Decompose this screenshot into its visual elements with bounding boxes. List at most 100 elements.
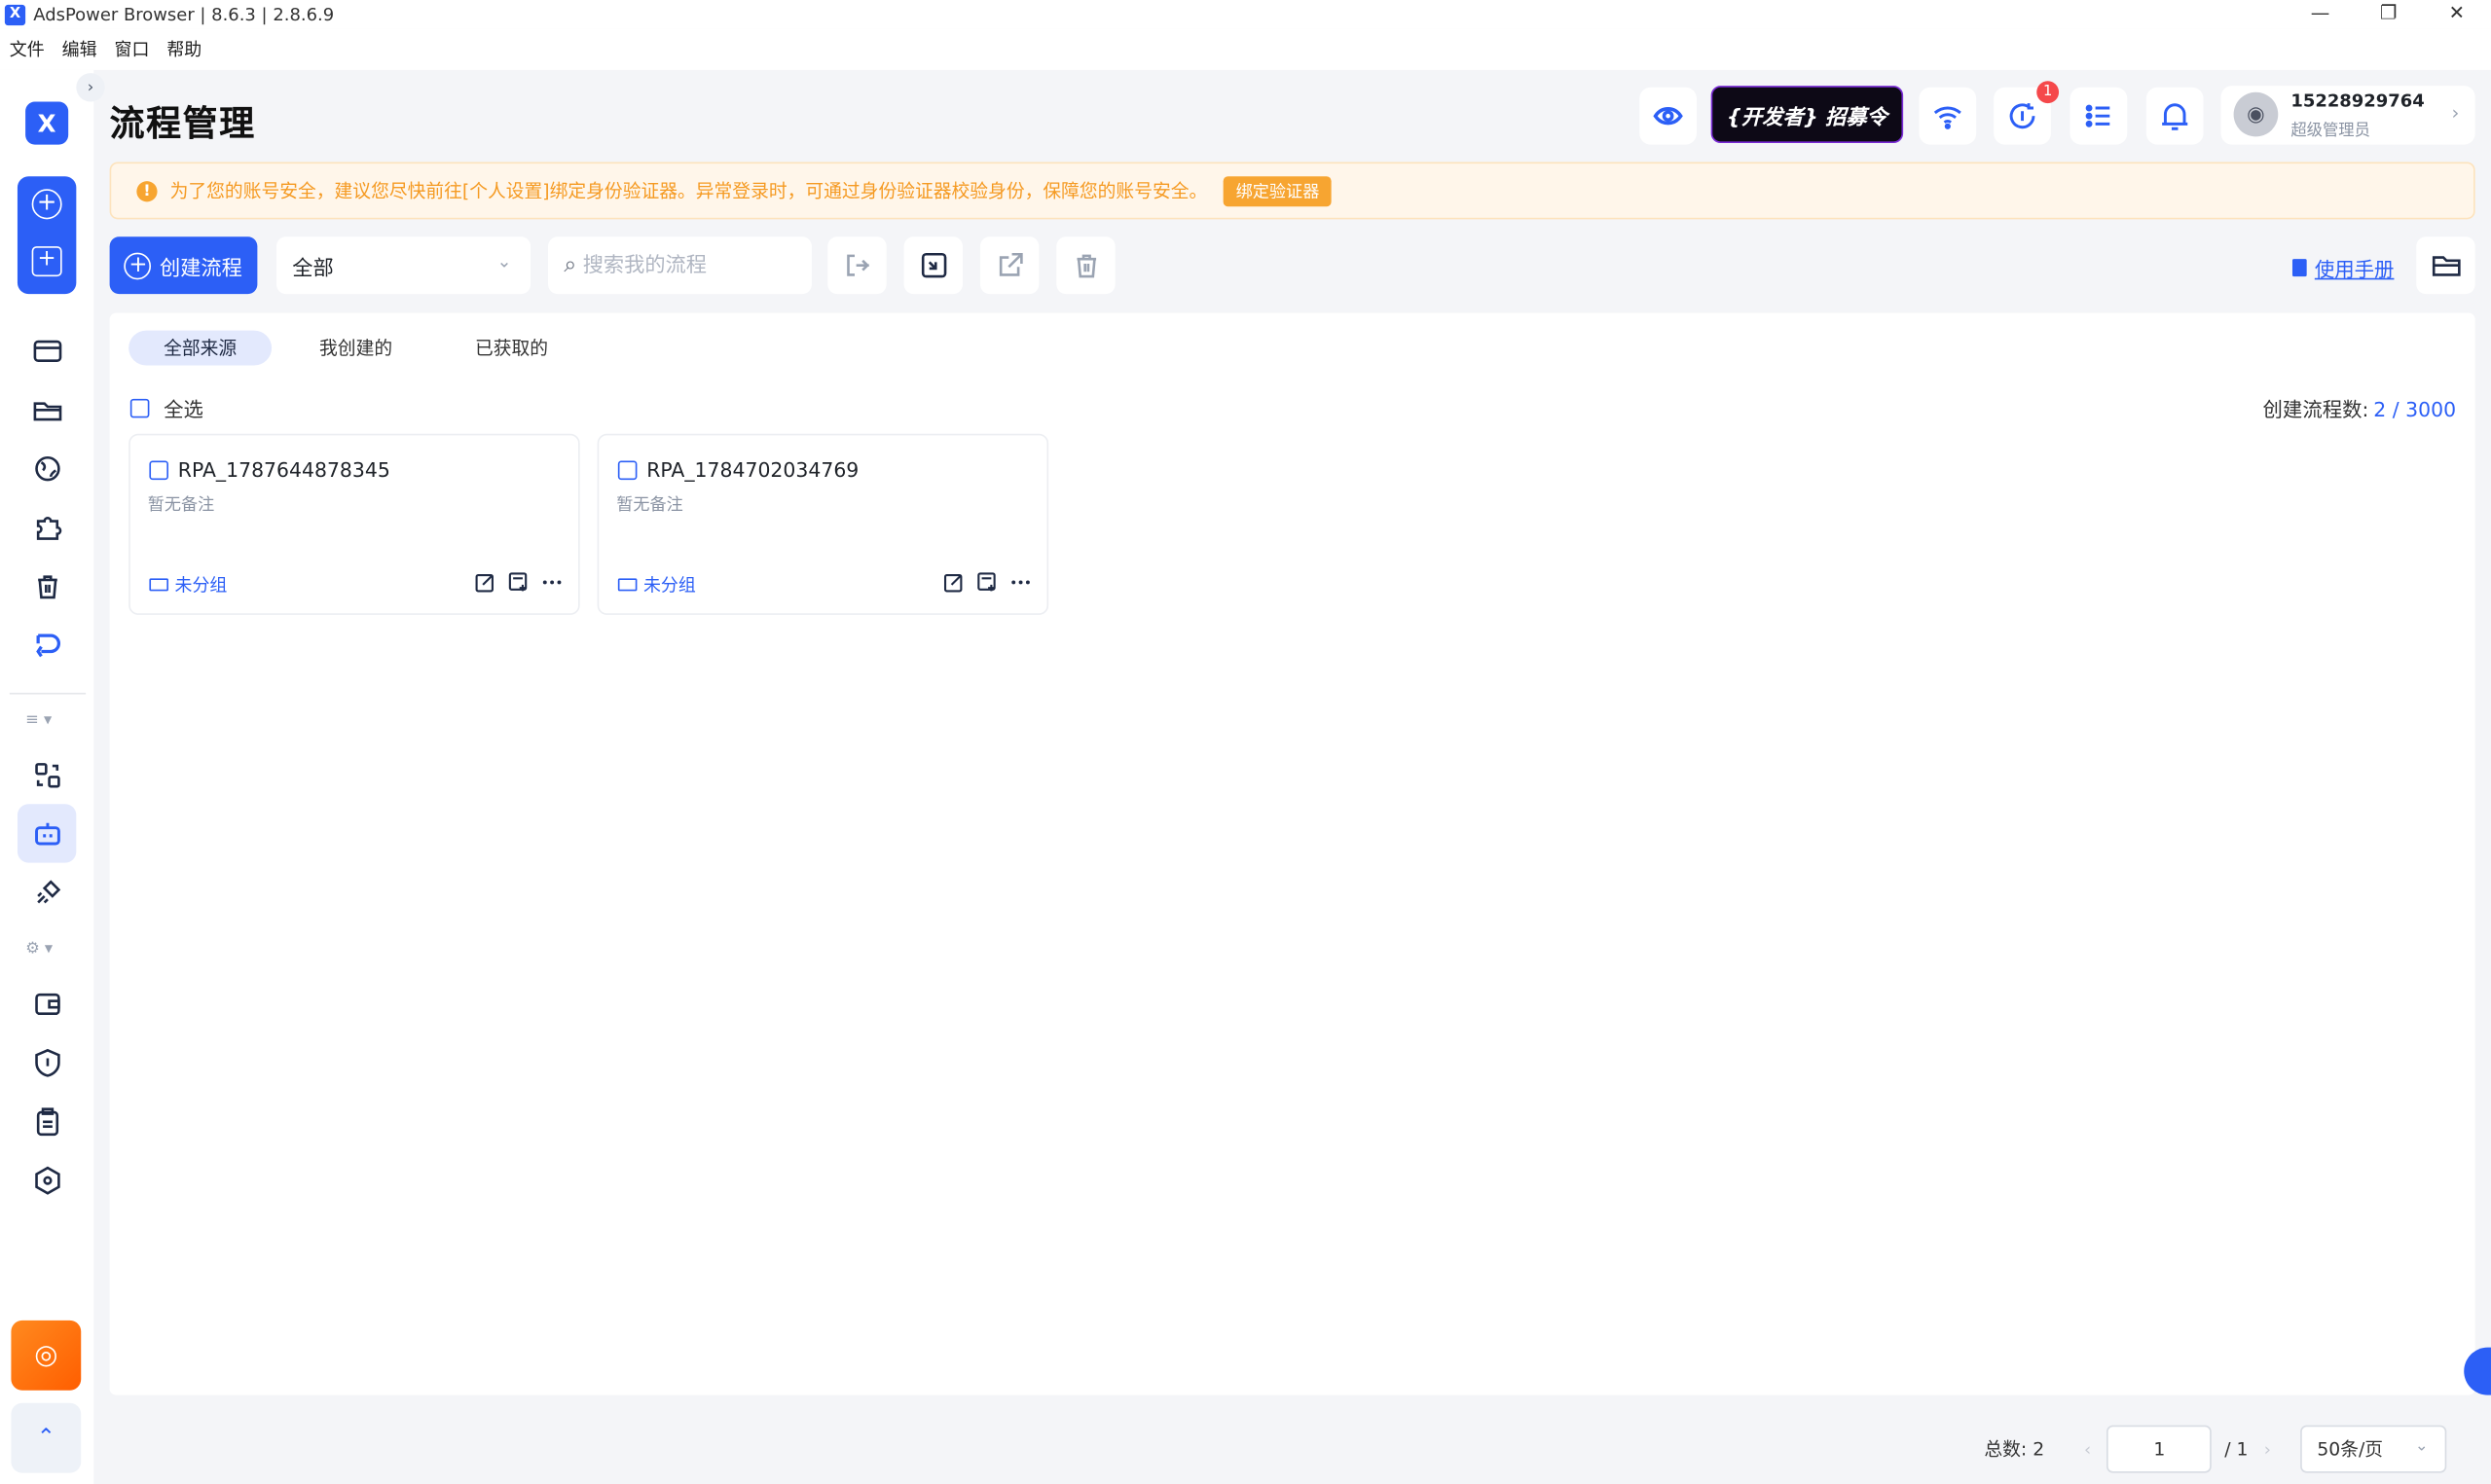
flow-remark: 暂无备注 bbox=[147, 495, 215, 516]
tab-created-by-me[interactable]: 我创建的 bbox=[284, 331, 427, 366]
network-wifi-icon[interactable] bbox=[1919, 87, 1977, 145]
flow-card[interactable]: RPA_1784702034769 暂无备注 未分组 bbox=[597, 433, 1049, 615]
edit-icon[interactable] bbox=[475, 572, 495, 593]
community-icon[interactable] bbox=[1639, 87, 1697, 145]
chevron-down-icon: ⌄ bbox=[2414, 1437, 2429, 1456]
clipboard-logs-icon[interactable] bbox=[30, 1104, 63, 1138]
delete-flow-button[interactable] bbox=[1056, 236, 1116, 295]
add-task-icon[interactable] bbox=[508, 572, 529, 593]
batch-create-icon[interactable]: + bbox=[31, 246, 62, 277]
flow-card[interactable]: RPA_1787644878345 暂无备注 未分组 bbox=[128, 433, 580, 615]
user-profile-card[interactable]: ◉ 15228929764 超级管理员 › bbox=[2220, 86, 2475, 145]
prev-page-icon[interactable]: ‹ bbox=[2084, 1439, 2091, 1460]
close-button[interactable]: ✕ bbox=[2423, 0, 2491, 28]
proxy-globe-icon[interactable] bbox=[30, 452, 63, 485]
user-role: 超级管理员 bbox=[2290, 122, 2370, 140]
flow-checkbox[interactable] bbox=[617, 459, 638, 480]
page-total: / 1 bbox=[2224, 1437, 2249, 1461]
flow-group-label: 未分组 bbox=[642, 575, 696, 597]
more-icon[interactable] bbox=[542, 572, 563, 593]
share-flow-button[interactable] bbox=[979, 236, 1040, 295]
trash-icon bbox=[1076, 254, 1096, 278]
maximize-button[interactable]: ❐ bbox=[2355, 0, 2423, 28]
menu-window[interactable]: 窗口 bbox=[115, 37, 150, 62]
sidebar-divider bbox=[9, 692, 87, 695]
plus-icon: + bbox=[125, 251, 152, 279]
edit-icon[interactable] bbox=[943, 572, 964, 593]
user-manual-link[interactable]: 使用手册 bbox=[2291, 253, 2394, 283]
flow-name: RPA_1784702034769 bbox=[646, 457, 860, 482]
chevron-right-icon: › bbox=[2451, 101, 2460, 125]
flow-group[interactable]: 未分组 bbox=[617, 572, 696, 597]
import-icon bbox=[846, 254, 869, 276]
app-logo-icon: X bbox=[4, 4, 26, 25]
tab-acquired[interactable]: 已获取的 bbox=[440, 331, 583, 366]
next-page-icon[interactable]: › bbox=[2264, 1439, 2271, 1460]
flow-count-label: 创建流程数: bbox=[2262, 397, 2369, 421]
notice-text: 为了您的账号安全，建议您尽快前往[个人设置]绑定身份验证器。异常登录时，可通过身… bbox=[169, 179, 1208, 202]
folder-icon bbox=[617, 578, 638, 592]
sync-windows-icon[interactable] bbox=[30, 758, 63, 791]
update-badge: 1 bbox=[2036, 81, 2060, 104]
select-all[interactable]: 全选 bbox=[129, 392, 203, 422]
rpa-robot-icon[interactable] bbox=[30, 816, 63, 850]
flow-group-label: 未分组 bbox=[174, 575, 228, 597]
minimize-button[interactable]: — bbox=[2286, 0, 2354, 28]
select-all-checkbox[interactable] bbox=[129, 398, 150, 417]
tab-all-sources[interactable]: 全部来源 bbox=[128, 330, 273, 366]
chevron-down-icon: ⌄ bbox=[496, 250, 512, 272]
flow-remark: 暂无备注 bbox=[616, 495, 683, 516]
trash-icon[interactable] bbox=[30, 569, 63, 602]
export-flow-button[interactable] bbox=[903, 236, 963, 295]
total-count: 总数: 2 bbox=[1984, 1437, 2045, 1461]
window-title: AdsPower Browser | 8.6.3 | 2.8.6.9 bbox=[33, 4, 335, 25]
security-shield-icon[interactable] bbox=[30, 1045, 63, 1078]
extensions-puzzle-icon[interactable] bbox=[30, 510, 63, 543]
group-filter-value: 全部 bbox=[292, 256, 334, 281]
open-folder-button[interactable] bbox=[2416, 236, 2475, 295]
search-input[interactable] bbox=[582, 253, 789, 277]
notification-bell-icon[interactable] bbox=[2145, 87, 2204, 145]
pagination: 总数: 2 ‹ 1 / 1 › 50条/页 ⌄ bbox=[1984, 1425, 2446, 1473]
sync-back-icon[interactable] bbox=[30, 628, 63, 661]
hexagon-settings-icon[interactable] bbox=[30, 1163, 63, 1196]
flow-name: RPA_1787644878345 bbox=[177, 457, 390, 482]
create-flow-label: 创建流程 bbox=[159, 256, 242, 281]
create-flow-button[interactable]: + 创建流程 bbox=[109, 236, 258, 295]
select-all-label: 全选 bbox=[164, 397, 203, 421]
wallet-icon[interactable] bbox=[30, 987, 63, 1020]
new-profile-icon[interactable]: + bbox=[31, 189, 62, 220]
user-phone: 15228929764 bbox=[2290, 90, 2425, 112]
menu-help[interactable]: 帮助 bbox=[166, 37, 201, 62]
settings-group-toggle[interactable]: ⚙ ▾ bbox=[25, 941, 53, 959]
menu-edit[interactable]: 编辑 bbox=[62, 37, 97, 62]
sidebar: X + + ≡ ▾ ⚙ ▾ ◎ ⌃ bbox=[0, 69, 94, 1484]
folder-icon bbox=[149, 578, 168, 592]
flow-count-value: 2 / 3000 bbox=[2373, 397, 2457, 421]
brand-logo-icon[interactable]: X bbox=[25, 101, 69, 145]
bind-authenticator-button[interactable]: 绑定验证器 bbox=[1223, 175, 1333, 206]
page-number-input[interactable]: 1 bbox=[2106, 1425, 2213, 1473]
group-filter-select[interactable]: 全部 ⌄ bbox=[275, 236, 531, 295]
page-title: 流程管理 bbox=[109, 104, 256, 145]
add-task-icon[interactable] bbox=[977, 572, 998, 593]
coin-rewards-icon[interactable]: ◎ bbox=[11, 1320, 82, 1391]
flow-checkbox[interactable] bbox=[149, 459, 168, 480]
more-icon[interactable] bbox=[1010, 572, 1031, 593]
flow-group[interactable]: 未分组 bbox=[149, 572, 227, 597]
search-box[interactable]: ⌕ bbox=[548, 236, 812, 295]
task-list-icon[interactable] bbox=[2070, 87, 2128, 145]
developer-recruit-banner[interactable]: {开发者} 招募令 bbox=[1710, 86, 1904, 143]
sidebar-expand-icon[interactable]: › bbox=[76, 73, 105, 102]
page-size-select[interactable]: 50条/页 ⌄ bbox=[2299, 1425, 2446, 1473]
collapse-toggle-icon[interactable]: ⌃ bbox=[11, 1402, 82, 1473]
import-flow-button[interactable] bbox=[827, 236, 887, 295]
menu-file[interactable]: 文件 bbox=[10, 37, 45, 62]
warning-icon: ! bbox=[136, 180, 158, 201]
source-tabs: 全部来源 我创建的 已获取的 bbox=[128, 330, 583, 366]
automation-group-toggle[interactable]: ≡ ▾ bbox=[25, 711, 52, 729]
api-plug-icon[interactable] bbox=[30, 876, 63, 909]
profiles-icon[interactable] bbox=[30, 334, 63, 367]
page-size-value: 50条/页 bbox=[2317, 1437, 2384, 1461]
groups-folder-icon[interactable] bbox=[30, 392, 63, 425]
